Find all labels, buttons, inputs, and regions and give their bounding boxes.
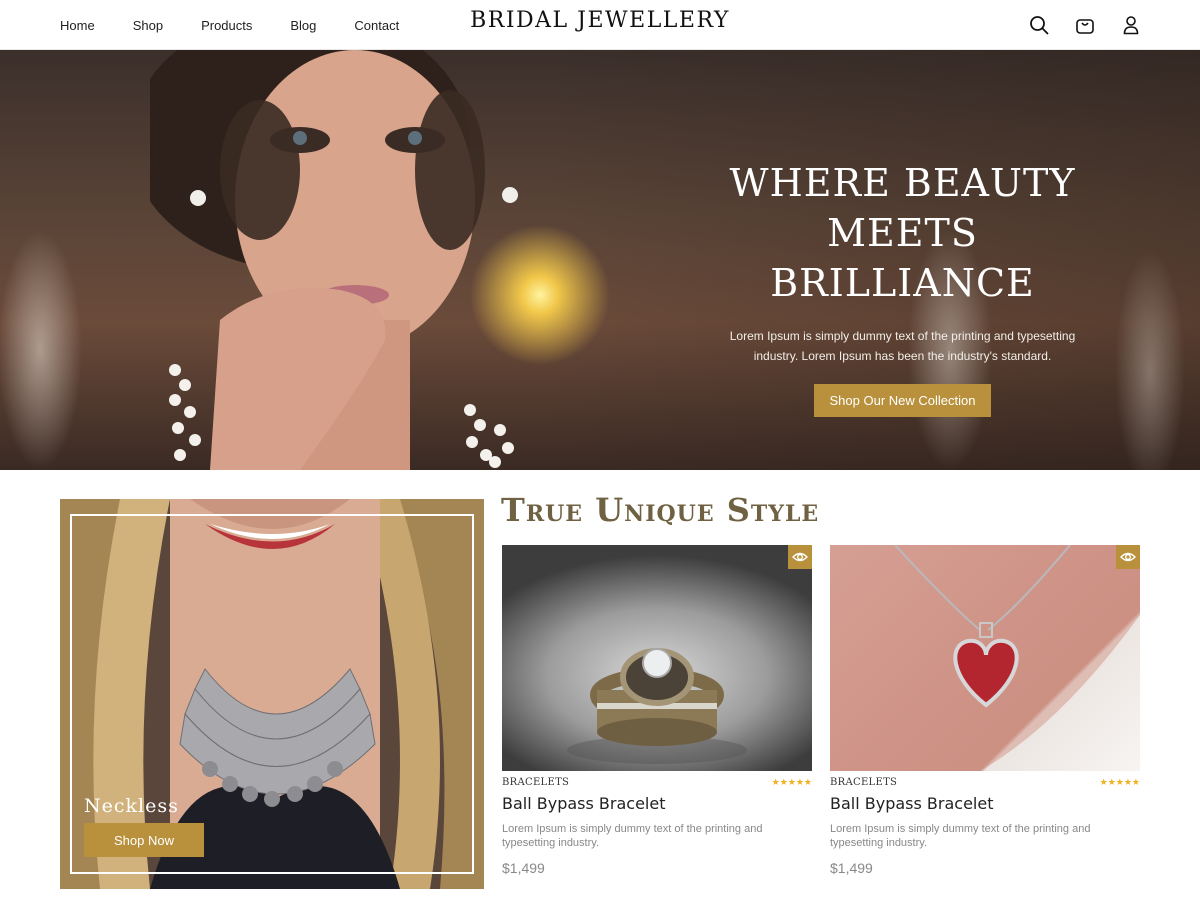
product-card[interactable]: BRACELETS ★★★★★ Ball Bypass Bracelet Lor… xyxy=(830,545,1140,876)
shop-collection-button[interactable]: Shop Our New Collection xyxy=(813,384,992,417)
ring-image xyxy=(567,648,747,764)
site-logo[interactable]: BRIDAL JEWELLERY xyxy=(420,8,780,33)
hero-subtitle-line1: Lorem Ipsum is simply dummy text of the … xyxy=(729,329,1076,343)
rating-stars: ★★★★★ xyxy=(771,777,812,787)
product-image[interactable] xyxy=(502,545,812,771)
user-icon[interactable] xyxy=(1118,12,1144,38)
hero-title-line2: MEETS BRILLIANCE xyxy=(770,211,1035,305)
product-price: $1,499 xyxy=(502,860,545,876)
product-price: $1,499 xyxy=(830,860,873,876)
hero-subtitle: Lorem Ipsum is simply dummy text of the … xyxy=(700,326,1105,366)
quick-view-icon[interactable] xyxy=(788,545,812,569)
nav-shop[interactable]: Shop xyxy=(133,18,163,33)
nav-contact[interactable]: Contact xyxy=(354,18,399,33)
hero-banner: WHERE BEAUTY MEETS BRILLIANCE Lorem Ipsu… xyxy=(0,50,1200,470)
product-name[interactable]: Ball Bypass Bracelet xyxy=(830,794,1140,813)
feature-card[interactable]: Neckless Shop Now xyxy=(60,499,484,889)
nav-blog[interactable]: Blog xyxy=(290,18,316,33)
shop-now-button[interactable]: Shop Now xyxy=(84,823,204,857)
site-header: Home Shop Products Blog Contact BRIDAL J… xyxy=(0,0,1200,50)
product-category: BRACELETS xyxy=(830,777,898,788)
feature-label: Neckless xyxy=(84,795,179,817)
section-title: True Unique Style xyxy=(501,491,820,529)
product-description: Lorem Ipsum is simply dummy text of the … xyxy=(830,823,1091,849)
bag-icon[interactable] xyxy=(1072,12,1098,38)
main-nav: Home Shop Products Blog Contact xyxy=(60,0,437,50)
product-image[interactable] xyxy=(830,545,1140,771)
product-meta: BRACELETS ★★★★★ xyxy=(502,777,812,788)
product-meta: BRACELETS ★★★★★ xyxy=(830,777,1140,788)
header-icons xyxy=(1026,12,1144,38)
product-card[interactable]: BRACELETS ★★★★★ Ball Bypass Bracelet Lor… xyxy=(502,545,812,876)
product-description: Lorem Ipsum is simply dummy text of the … xyxy=(502,823,763,849)
hero-title-line1: WHERE BEAUTY xyxy=(729,161,1076,205)
search-icon[interactable] xyxy=(1026,12,1052,38)
heart-pendant-image xyxy=(830,545,1140,771)
rating-stars: ★★★★★ xyxy=(1099,777,1140,787)
product-category: BRACELETS xyxy=(502,777,570,788)
hero-subtitle-line2: industry. Lorem Ipsum has been the indus… xyxy=(753,349,1052,363)
hero-text: WHERE BEAUTY MEETS BRILLIANCE Lorem Ipsu… xyxy=(700,158,1105,417)
quick-view-icon[interactable] xyxy=(1116,545,1140,569)
nav-home[interactable]: Home xyxy=(60,18,95,33)
product-name[interactable]: Ball Bypass Bracelet xyxy=(502,794,812,813)
nav-products[interactable]: Products xyxy=(201,18,252,33)
feature-frame xyxy=(70,514,474,874)
hero-title: WHERE BEAUTY MEETS BRILLIANCE xyxy=(700,158,1105,308)
